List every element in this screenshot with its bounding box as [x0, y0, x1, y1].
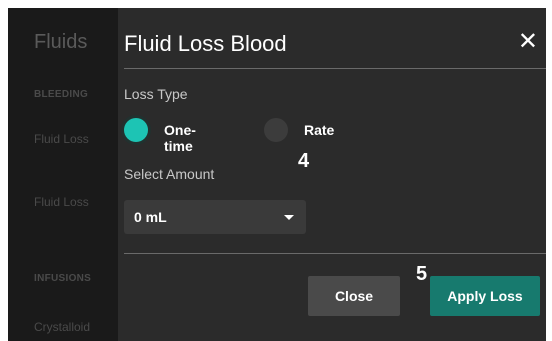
select-amount-label: Select Amount	[124, 166, 215, 182]
step-marker-4: 4	[298, 150, 310, 172]
one-time-radio[interactable]	[124, 118, 148, 142]
footer-divider	[124, 253, 546, 254]
amount-select-value: 0 mL	[134, 209, 167, 225]
modal-title: Fluid Loss Blood	[124, 31, 287, 56]
rate-label[interactable]: Rate	[304, 122, 334, 138]
loss-type-label: Loss Type	[124, 86, 188, 102]
title-divider	[124, 68, 546, 69]
app-frame: Fluids BLEEDING Fluid Loss Fluid Loss IN…	[8, 8, 546, 341]
close-icon[interactable]: ✕	[518, 30, 538, 54]
background-section-bleeding: BLEEDING	[34, 89, 89, 100]
rate-radio[interactable]	[264, 118, 288, 142]
close-button[interactable]: Close	[308, 276, 400, 316]
one-time-label[interactable]: One-time	[164, 122, 196, 154]
amount-select[interactable]: 0 mL	[124, 200, 306, 234]
chevron-down-icon	[284, 215, 294, 220]
background-item-crystalloid: Crystalloid	[34, 320, 91, 334]
background-fluids-panel: Fluids BLEEDING Fluid Loss Fluid Loss IN…	[8, 8, 118, 341]
background-item-fluid-loss-2: Fluid Loss	[34, 195, 89, 209]
background-item-fluid-loss-1: Fluid Loss	[34, 132, 89, 146]
background-section-infusions: INFUSIONS	[34, 273, 92, 284]
apply-loss-button[interactable]: Apply Loss	[430, 276, 540, 316]
fluid-loss-modal: Fluid Loss Blood ✕ Loss Type One-time Ra…	[118, 8, 546, 341]
step-marker-5: 5	[416, 263, 428, 285]
background-title: Fluids	[34, 31, 88, 53]
